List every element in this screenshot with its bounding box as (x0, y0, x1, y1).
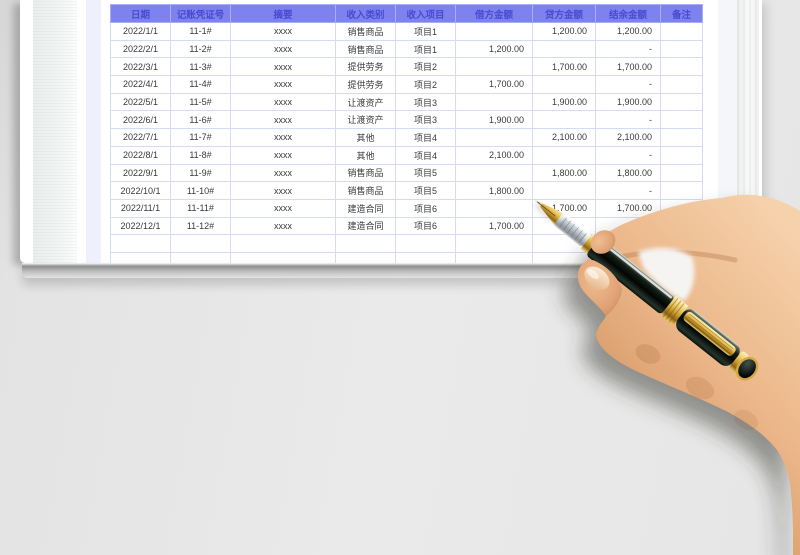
screenshot-root: 日期 记账凭证号 摘要 收入类别 收入项目 借方金额 贷方金额 结余金额 备注 2022/1/1… (0, 0, 800, 555)
hand-with-pen-photo (535, 194, 800, 555)
